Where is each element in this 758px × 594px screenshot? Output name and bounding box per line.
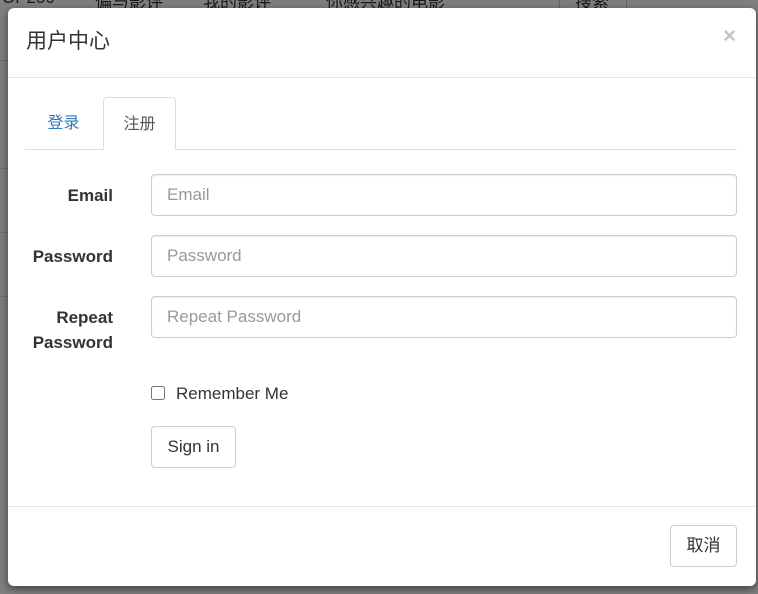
password-field[interactable]	[151, 235, 737, 277]
auth-tabs: 登录 注册	[25, 97, 737, 150]
repeat-password-field[interactable]	[151, 296, 737, 338]
tab-register[interactable]: 注册	[103, 97, 176, 150]
repeat-password-label: Repeat Password	[33, 305, 113, 355]
remember-me-label[interactable]: Remember Me	[176, 383, 288, 405]
repeat-password-label-line2: Password	[32, 333, 113, 352]
modal-footer: 取消	[8, 506, 756, 586]
close-icon[interactable]: ×	[723, 24, 736, 48]
remember-me-checkbox[interactable]	[151, 386, 165, 400]
sign-in-button[interactable]: Sign in	[151, 426, 236, 468]
modal-title: 用户中心	[26, 29, 110, 53]
tab-login[interactable]: 登录	[25, 97, 102, 149]
repeat-password-label-line1: Repeat	[56, 308, 113, 327]
email-label: Email	[67, 186, 113, 205]
email-field[interactable]	[151, 174, 737, 216]
modal-header: 用户中心 ×	[8, 8, 756, 78]
cancel-button[interactable]: 取消	[670, 525, 737, 567]
user-center-modal: 用户中心 × 登录 注册 Email Password Repeat Passw…	[8, 8, 756, 586]
password-label: Password	[32, 247, 113, 266]
